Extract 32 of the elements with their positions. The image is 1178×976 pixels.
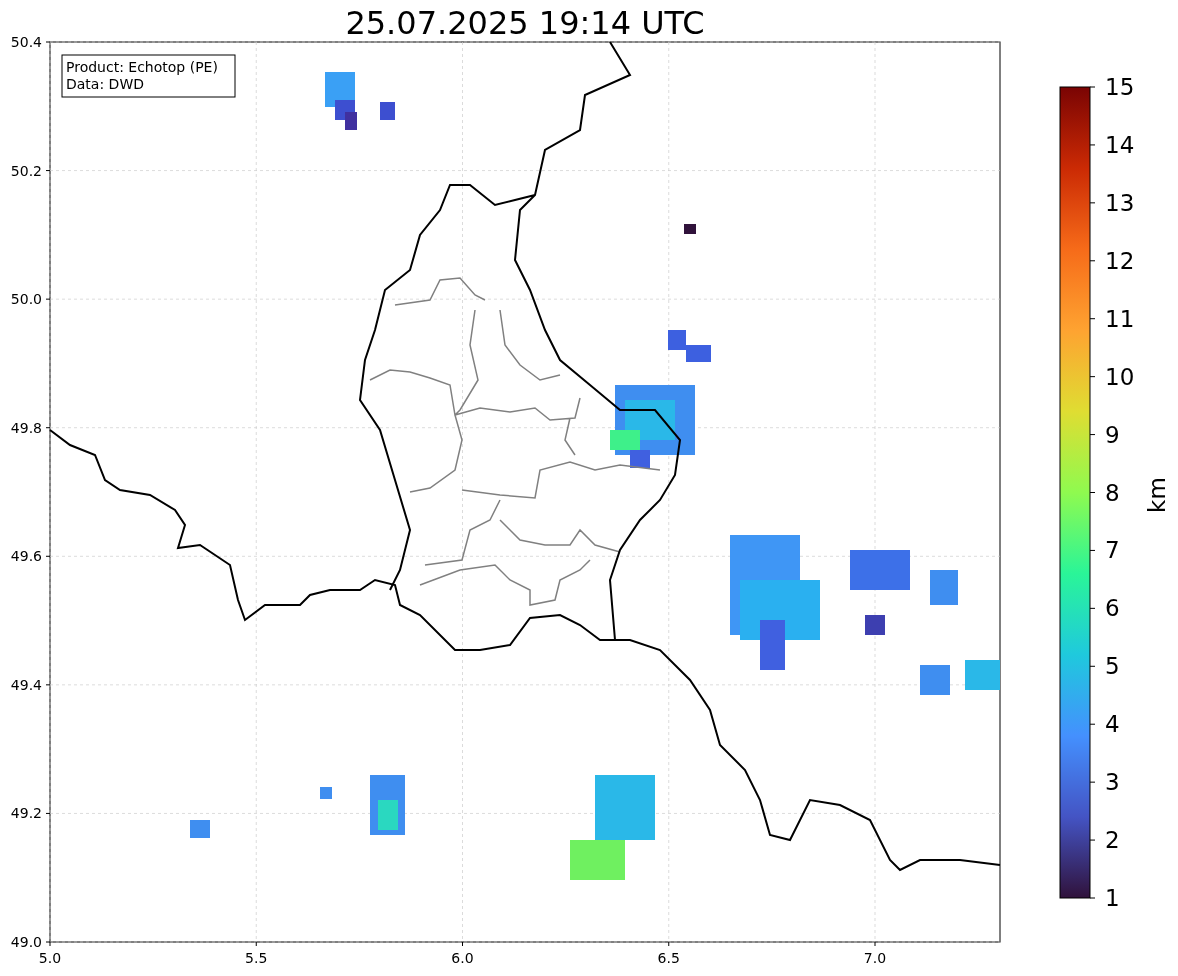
- colorbar-tick-label: 9: [1105, 421, 1120, 448]
- y-axis-tick-label: 49.2: [10, 805, 42, 822]
- info-box-text: Data: DWD: [66, 76, 144, 92]
- y-axis-tick-label: 49.8: [10, 419, 42, 436]
- colorbar-tick-label: 15: [1105, 74, 1135, 100]
- colorbar-tick-label: 12: [1105, 247, 1135, 274]
- y-axis-tick-label: 50.2: [10, 162, 42, 179]
- colorbar-tick-label: 1: [1105, 885, 1120, 911]
- x-axis-tick-label: 7.0: [863, 950, 887, 966]
- colorbar-tick-label: 7: [1105, 537, 1120, 564]
- y-axis-tick-label: 49.6: [10, 548, 42, 565]
- y-axis-tick-label: 50.0: [10, 291, 42, 308]
- colorbar-tick-label: 6: [1105, 595, 1120, 622]
- x-axis-tick-label: 6.0: [451, 950, 474, 966]
- y-axis-tick-label: 49.4: [10, 676, 42, 693]
- colorbar-tick-label: 4: [1105, 711, 1120, 738]
- info-box-text: Product: Echotop (PE): [66, 59, 218, 75]
- colorbar-tick-label: 14: [1105, 131, 1135, 158]
- map-title: 25.07.2025 19:14 UTC: [345, 4, 705, 42]
- colorbar-tick-label: 8: [1105, 479, 1120, 506]
- y-axis-tick-label: 50.4: [10, 34, 42, 50]
- x-axis-tick-label: 6.5: [657, 950, 680, 966]
- x-axis-tick-label: 5.5: [245, 950, 268, 966]
- y-axis-tick-label: 49.0: [10, 934, 42, 950]
- colorbar-tick-label: 10: [1105, 363, 1135, 390]
- x-axis-tick-label: 5.0: [38, 950, 62, 966]
- colorbar-tick-label: 11: [1105, 305, 1135, 332]
- colorbar-tick-label: 3: [1105, 769, 1120, 796]
- colorbar-tick-label: 5: [1105, 653, 1120, 680]
- colorbar-tick-label: 13: [1105, 189, 1135, 216]
- colorbar-tick-label: 2: [1105, 827, 1120, 854]
- colorbar-label: km: [1144, 477, 1170, 513]
